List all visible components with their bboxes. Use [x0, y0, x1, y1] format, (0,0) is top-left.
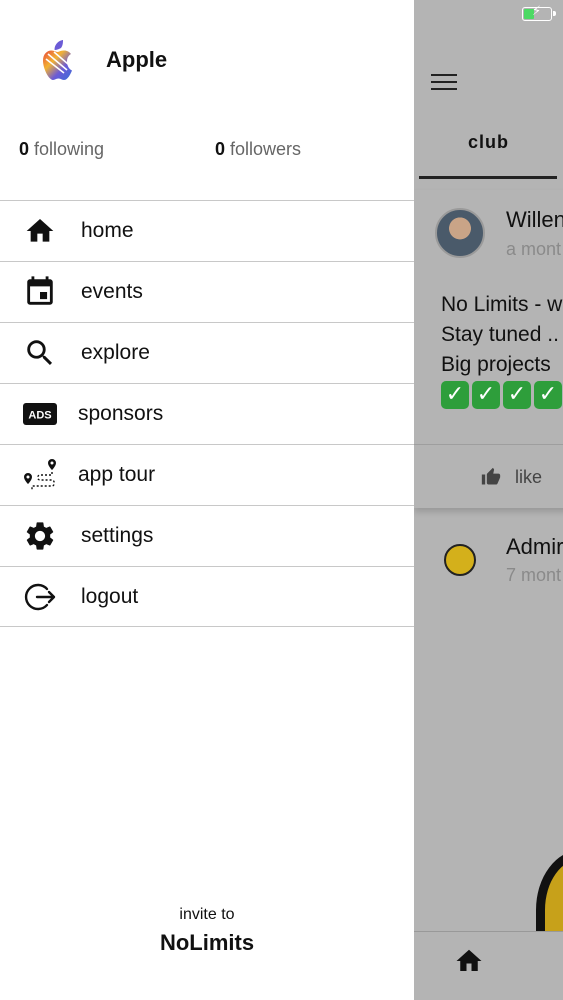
check-emoji-row: ✓ ✓ ✓ ✓	[441, 381, 562, 409]
following-label: following	[34, 139, 105, 159]
tab-club[interactable]: club	[420, 132, 557, 153]
thumbs-up-icon[interactable]	[480, 467, 502, 487]
calendar-icon	[22, 274, 58, 310]
menu-item-label: settings	[81, 524, 154, 547]
author-avatar[interactable]	[444, 544, 476, 576]
post-author[interactable]: Willen	[506, 207, 563, 233]
menu-item-home[interactable]: home	[0, 200, 414, 261]
hamburger-menu-icon[interactable]	[431, 74, 457, 92]
check-emoji-icon: ✓	[534, 381, 562, 409]
check-emoji-icon: ✓	[441, 381, 469, 409]
check-emoji-icon: ✓	[503, 381, 531, 409]
home-icon[interactable]	[453, 946, 485, 976]
check-emoji-icon: ✓	[472, 381, 500, 409]
menu-item-label: app tour	[78, 463, 156, 486]
drawer-menu: home events explore ADS sponsors app tou…	[0, 200, 414, 627]
bottom-tab-bar	[414, 931, 563, 1000]
followers-stat[interactable]: 0 followers	[215, 139, 301, 160]
post-divider	[414, 444, 563, 445]
route-icon	[22, 457, 58, 493]
battery-icon: ⚡	[522, 5, 556, 21]
menu-item-sponsors[interactable]: ADS sponsors	[0, 383, 414, 444]
menu-item-label: logout	[81, 584, 139, 608]
menu-item-label: sponsors	[78, 402, 164, 425]
following-stat[interactable]: 0 following	[19, 139, 104, 160]
menu-item-explore[interactable]: explore	[0, 322, 414, 383]
following-count: 0	[19, 139, 30, 159]
menu-item-label: events	[81, 280, 143, 303]
ads-badge-text: ADS	[28, 410, 51, 422]
active-tab-indicator	[419, 176, 557, 179]
followers-label: followers	[230, 139, 302, 159]
followers-count: 0	[215, 139, 226, 159]
ads-icon: ADS	[22, 396, 58, 432]
post-text-line: Stay tuned ..	[441, 323, 559, 346]
search-icon	[22, 335, 58, 371]
menu-item-settings[interactable]: settings	[0, 505, 414, 566]
like-button[interactable]: like	[515, 467, 542, 488]
post-text-line: Big projects	[441, 353, 551, 376]
invite-brand[interactable]: NoLimits	[0, 930, 414, 956]
navigation-drawer: Apple 0 following 0 followers home events …	[0, 0, 414, 1000]
logout-icon	[22, 579, 58, 615]
post-author[interactable]: Admir	[506, 534, 563, 560]
home-icon	[22, 213, 58, 249]
apple-logo-icon	[43, 40, 72, 80]
menu-item-logout[interactable]: logout	[0, 566, 414, 627]
post-time: a mont	[506, 239, 562, 259]
menu-item-app-tour[interactable]: app tour	[0, 444, 414, 505]
app-name: Apple	[106, 47, 168, 72]
menu-item-events[interactable]: events	[0, 261, 414, 322]
post-time: 7 mont	[506, 565, 562, 585]
gear-icon	[22, 518, 58, 554]
author-avatar[interactable]	[435, 208, 485, 258]
menu-item-label: home	[81, 219, 134, 242]
post-text-line: No Limits - w	[441, 293, 563, 316]
menu-item-label: explore	[81, 341, 150, 364]
invite-label[interactable]: invite to	[0, 906, 414, 924]
